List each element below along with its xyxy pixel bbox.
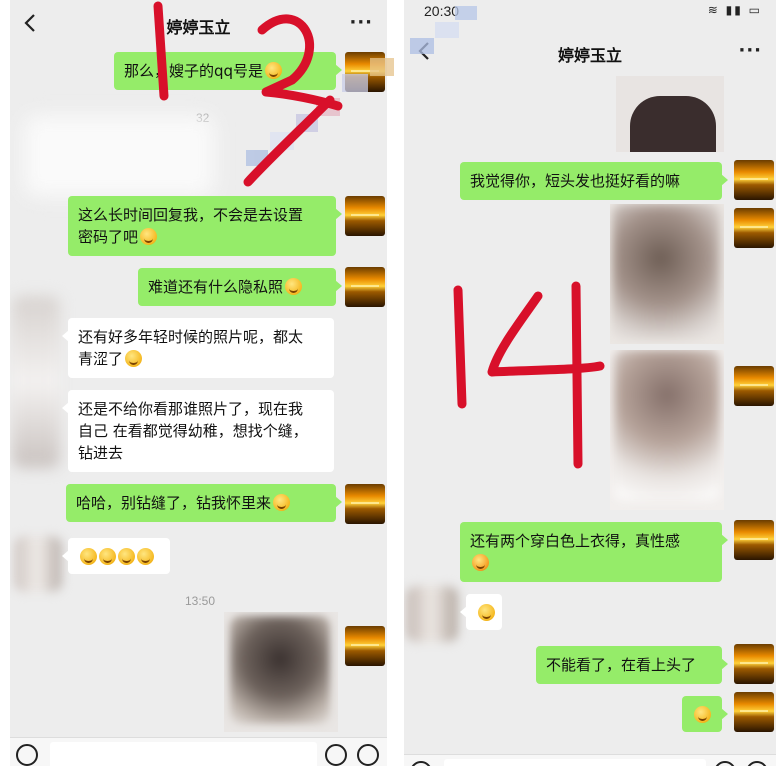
emoji-icon[interactable] (325, 744, 347, 766)
photo-content (614, 350, 720, 500)
message-input[interactable] (444, 759, 706, 766)
received-photo[interactable] (616, 76, 724, 152)
plus-icon[interactable] (746, 761, 768, 766)
grin-emoji-icon (694, 706, 711, 723)
received-photo[interactable] (610, 204, 724, 344)
avatar[interactable] (345, 484, 385, 524)
avatar[interactable] (734, 366, 774, 406)
received-photo[interactable] (610, 350, 724, 510)
status-bar: 20:30 ≋ ▮▮ ▭ (404, 0, 776, 22)
crying-emoji-icon (118, 548, 135, 565)
message-bubble[interactable]: 这么长时间回复我，不会是去设置 密码了吧 (68, 196, 342, 256)
chat-title: 婷婷玉立 (166, 18, 231, 37)
message-bubble[interactable]: 还是不给你看那谁照片了，现在我 自己 在看都觉得幼稚，想找个缝， 钻进去 (62, 390, 334, 472)
more-icon[interactable]: ··· (349, 12, 373, 33)
nav-bar: 婷婷玉立 ··· (10, 2, 387, 46)
blurred-avatar (14, 536, 62, 592)
message-bubble[interactable]: 我觉得你，短头发也挺好看的嘛 (460, 162, 728, 200)
avatar[interactable] (345, 196, 385, 236)
battery-icon: ▭ (748, 3, 762, 17)
sad-emoji-icon (478, 604, 495, 621)
voice-icon[interactable] (410, 761, 432, 766)
message-bubble[interactable]: 那么，嫂子的qq号是 (114, 52, 342, 90)
message-text: 还有好多年轻时候的照片呢，都太 (78, 328, 304, 346)
emoji-icon[interactable] (714, 761, 736, 766)
message-bubble[interactable]: 不能看了，在看上头了 (536, 646, 728, 684)
avatar[interactable] (345, 267, 385, 307)
emoji-message-bubble[interactable] (460, 594, 502, 630)
emoji-icon (285, 278, 303, 295)
emoji-icon (125, 350, 143, 367)
message-text: 难道还有什么隐私照 (148, 278, 284, 296)
message-bubble[interactable]: 哈哈，别钻缝了，钻我怀里来 (66, 484, 342, 522)
message-text: 青涩了 (78, 350, 124, 368)
chat-title: 婷婷玉立 (557, 46, 622, 65)
emoji-icon (140, 228, 158, 245)
input-bar (10, 737, 387, 766)
crying-emoji-icon (80, 548, 97, 565)
message-text: 还是不给你看那谁照片了，现在我 (78, 400, 304, 418)
blurred-area (24, 116, 214, 196)
message-text: 密码了吧 (78, 228, 139, 246)
avatar[interactable] (734, 160, 774, 200)
heart-eyes-emoji-icon (472, 554, 489, 571)
avatar[interactable] (345, 626, 385, 666)
crying-emoji-icon (137, 548, 154, 565)
message-text: 我觉得你，短头发也挺好看的嘛 (470, 172, 681, 190)
sent-photo[interactable] (224, 612, 338, 732)
message-text: 哈哈，别钻缝了，钻我怀里来 (76, 494, 272, 512)
crying-emoji-icon (99, 548, 116, 565)
left-chat-screen: 婷婷玉立 ··· 那么，嫂子的qq号是 32 这么长时间回复我，不会是去设置 密… (10, 0, 387, 766)
message-text: 钻进去 (78, 444, 124, 462)
message-bubble[interactable]: 还有好多年轻时候的照片呢，都太 青涩了 (62, 318, 334, 378)
avatar[interactable] (345, 52, 385, 92)
photo-content (630, 96, 716, 152)
photo-content (230, 616, 330, 724)
signal-icon: ▮▮ (725, 3, 743, 17)
input-bar (404, 754, 776, 766)
message-text: 还有两个穿白色上衣得，真性感 (470, 532, 681, 550)
avatar[interactable] (734, 520, 774, 560)
timestamp: 13:50 (185, 594, 216, 608)
status-time: 20:30 (424, 3, 460, 19)
emoji-message-bubble[interactable] (62, 538, 170, 574)
emoji-icon (273, 494, 291, 511)
message-text: 这么长时间回复我，不会是去设置 (78, 206, 304, 224)
message-text: 不能看了，在看上头了 (546, 656, 697, 674)
emoji-message-bubble[interactable] (682, 696, 728, 732)
avatar[interactable] (734, 644, 774, 684)
wifi-icon: ≋ (707, 3, 720, 17)
blurred-avatar (12, 296, 60, 468)
status-icons: ≋ ▮▮ ▭ (708, 3, 762, 17)
right-chat-screen: 20:30 ≋ ▮▮ ▭ 婷婷玉立 ··· 我觉得你，短头发也挺好看的嘛 还有两… (404, 0, 776, 766)
more-icon[interactable]: ··· (738, 40, 762, 61)
photo-content (612, 204, 720, 340)
message-bubble[interactable]: 还有两个穿白色上衣得，真性感 (460, 522, 728, 582)
nav-bar: 婷婷玉立 ··· (404, 30, 776, 74)
emoji-icon (265, 62, 283, 79)
message-text: 自己 在看都觉得幼稚，想找个缝， (78, 422, 308, 440)
blurred-avatar (406, 586, 458, 642)
message-input[interactable] (50, 742, 317, 766)
avatar[interactable] (734, 208, 774, 248)
message-bubble[interactable]: 难道还有什么隐私照 (138, 268, 342, 306)
voice-icon[interactable] (16, 744, 38, 766)
avatar[interactable] (734, 692, 774, 732)
plus-icon[interactable] (357, 744, 379, 766)
message-text: 那么，嫂子的qq号是 (124, 62, 264, 80)
